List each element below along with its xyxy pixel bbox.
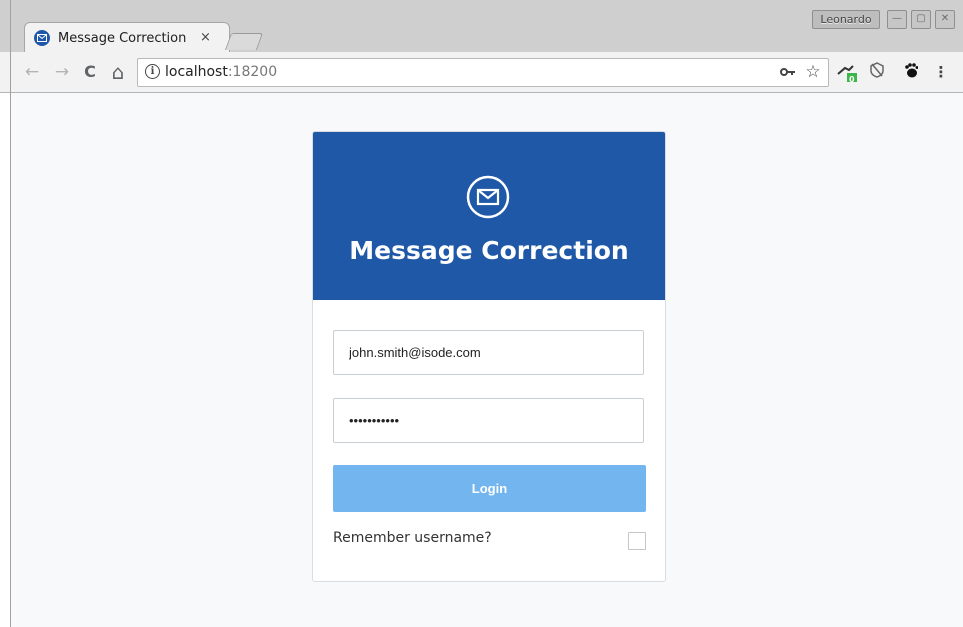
profile-button[interactable]: Leonardo — [812, 10, 880, 29]
star-icon[interactable]: ☆ — [803, 62, 823, 82]
shield-icon[interactable] — [867, 62, 887, 82]
extension-badge: 0 — [849, 75, 855, 84]
extension-icon[interactable] — [834, 62, 860, 82]
tab-close-icon[interactable]: × — [200, 30, 211, 46]
menu-icon[interactable]: ⋮ — [933, 62, 949, 82]
key-icon[interactable] — [778, 62, 798, 82]
address-bar[interactable]: i localhost:18200 — [137, 58, 829, 87]
page-body: Message Correction Login Remember userna… — [11, 93, 963, 627]
remember-username-label: Remember username? — [333, 530, 492, 546]
password-input[interactable] — [333, 398, 644, 443]
envelope-logo-icon — [466, 175, 510, 219]
window-border — [10, 0, 11, 627]
close-window-button[interactable]: ✕ — [935, 10, 955, 29]
login-header: Message Correction — [313, 132, 665, 300]
url-text[interactable]: localhost:18200 — [165, 64, 277, 80]
envelope-icon — [34, 30, 50, 46]
tab-title: Message Correction — [58, 30, 187, 46]
reload-button[interactable]: C — [80, 61, 100, 83]
url-port: :18200 — [227, 64, 278, 80]
maximize-button[interactable]: ▢ — [911, 10, 931, 29]
gnome-foot-icon[interactable] — [901, 62, 921, 82]
info-icon[interactable]: i — [145, 64, 160, 79]
back-button[interactable]: ← — [22, 61, 42, 83]
url-host: localhost — [165, 64, 228, 80]
username-input[interactable] — [333, 330, 644, 375]
remember-username-checkbox[interactable] — [628, 532, 646, 550]
forward-button[interactable]: → — [52, 61, 72, 83]
new-tab-button[interactable] — [224, 33, 264, 50]
login-title: Message Correction — [349, 236, 629, 265]
minimize-button[interactable]: — — [887, 10, 907, 29]
login-button[interactable]: Login — [333, 465, 646, 512]
login-card: Message Correction Login Remember userna… — [312, 131, 666, 582]
tab-content[interactable]: Message Correction — [34, 24, 220, 52]
home-button[interactable]: ⌂ — [107, 61, 129, 83]
